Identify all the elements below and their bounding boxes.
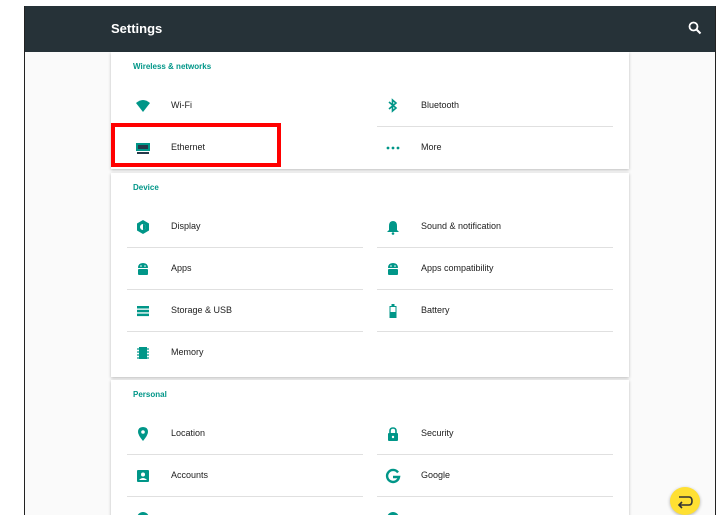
- highlight-box: [111, 123, 281, 167]
- settings-item-label: Location: [171, 428, 206, 438]
- personal-card: Personal Location Security Accounts Goog…: [111, 380, 629, 515]
- settings-item-location[interactable]: Location: [127, 413, 363, 455]
- memory-icon: [137, 347, 149, 359]
- settings-item-battery[interactable]: Battery: [377, 290, 613, 332]
- location-icon: [138, 427, 148, 441]
- settings-item-storage[interactable]: Storage & USB: [127, 290, 363, 332]
- battery-icon: [389, 304, 397, 318]
- settings-item-label: Battery: [421, 305, 450, 315]
- more-icon: [386, 146, 400, 150]
- settings-item-label: Google: [421, 470, 451, 480]
- wifi-icon: [136, 100, 150, 112]
- restore-icon: [387, 512, 399, 515]
- return-arrow-icon: [677, 496, 693, 509]
- storage-icon: [137, 306, 149, 317]
- settings-item-memory[interactable]: Memory: [127, 332, 363, 374]
- settings-item-apps-compatibility[interactable]: Apps compatibility: [377, 248, 613, 290]
- settings-item-label: Display: [171, 221, 201, 231]
- bluetooth-icon: [388, 98, 398, 113]
- settings-item-sound[interactable]: Sound & notification: [377, 206, 613, 248]
- divider: [377, 331, 613, 332]
- lock-icon: [388, 427, 398, 441]
- settings-item-label: Sound & notification: [421, 221, 502, 231]
- settings-item-label: Wi-Fi: [171, 100, 192, 110]
- settings-item-label: Apps compatibility: [421, 263, 494, 273]
- page-title: Settings: [111, 21, 163, 36]
- globe-icon: [137, 512, 149, 515]
- settings-item-bluetooth[interactable]: Bluetooth: [377, 85, 613, 127]
- settings-item-label: Bluetooth: [421, 100, 460, 110]
- android-icon: [138, 263, 148, 275]
- settings-item-label: Accounts: [171, 470, 209, 480]
- settings-item-label: More: [421, 142, 442, 152]
- app-bar: Settings: [25, 6, 715, 52]
- google-icon: [385, 468, 401, 484]
- settings-item-display[interactable]: Display: [127, 206, 363, 248]
- back-fab-button[interactable]: [670, 487, 700, 515]
- settings-item-apps[interactable]: Apps: [127, 248, 363, 290]
- settings-item-label: Apps: [171, 263, 192, 273]
- settings-item-google[interactable]: Google: [377, 455, 613, 497]
- section-header-device: Device: [133, 183, 159, 192]
- account-icon: [137, 470, 149, 482]
- settings-item-security[interactable]: Security: [377, 413, 613, 455]
- section-header-wireless: Wireless & networks: [133, 62, 212, 71]
- settings-item-accounts[interactable]: Accounts: [127, 455, 363, 497]
- section-header-personal: Personal: [133, 390, 167, 399]
- settings-item-label: Storage & USB: [171, 305, 233, 315]
- display-icon: [137, 220, 149, 234]
- settings-item-more[interactable]: More: [377, 127, 613, 169]
- settings-item-wifi[interactable]: Wi-Fi: [127, 85, 363, 127]
- settings-item-partial[interactable]: [377, 497, 613, 515]
- settings-item-label: Memory: [171, 347, 204, 357]
- settings-item-label: Security: [421, 428, 454, 438]
- bell-icon: [387, 221, 399, 235]
- android-icon: [388, 263, 398, 275]
- search-icon[interactable]: [687, 20, 703, 36]
- device-card: Device Display Sound & notification Apps…: [111, 173, 629, 377]
- settings-item-partial[interactable]: [127, 497, 363, 515]
- settings-window: Settings Wireless & networks Wi-Fi Bluet…: [24, 6, 716, 515]
